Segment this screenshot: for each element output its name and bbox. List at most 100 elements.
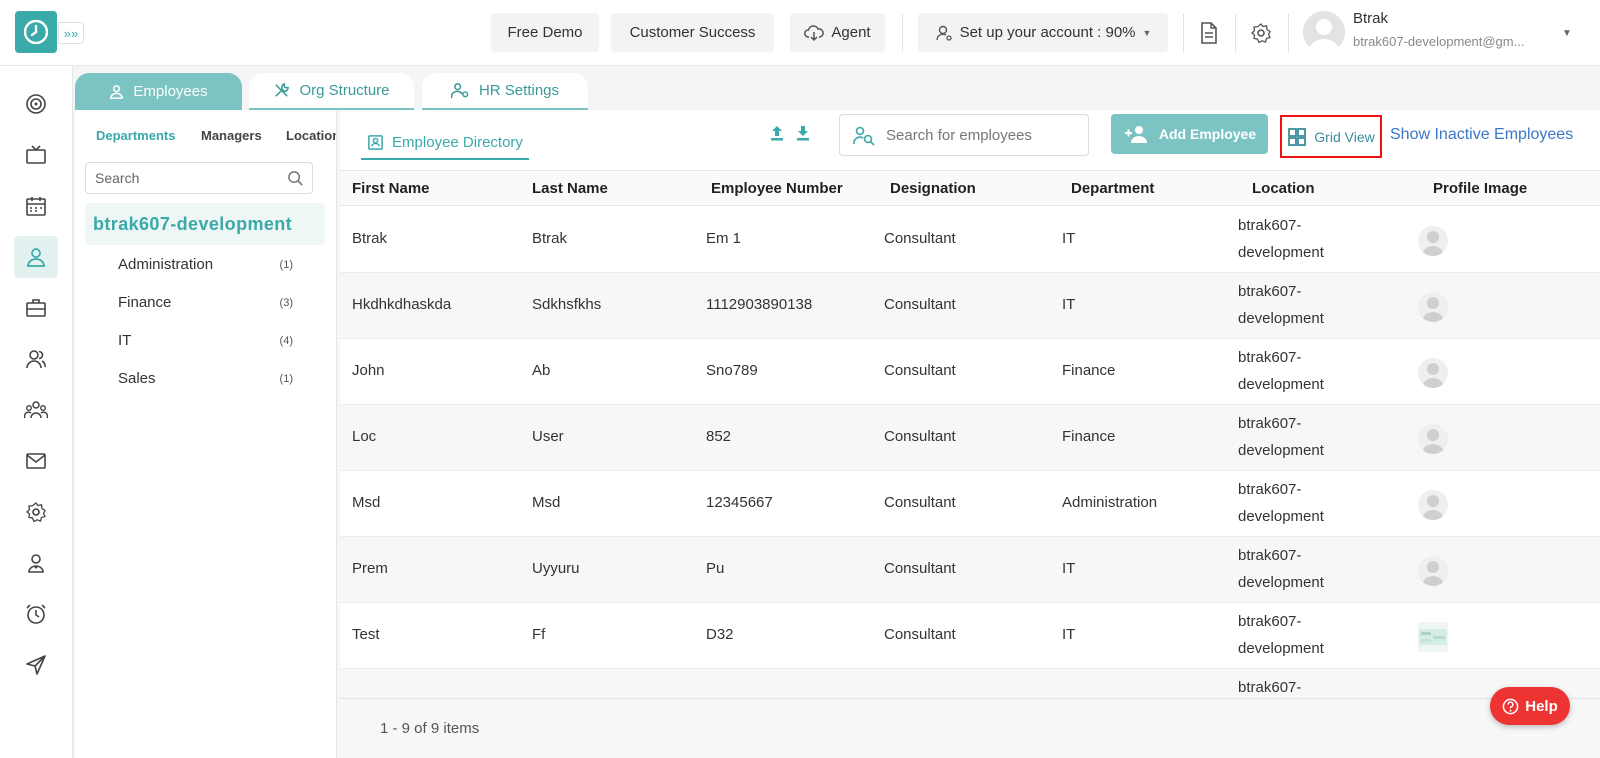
subtab-managers[interactable]: Managers <box>201 128 262 143</box>
cell-designation: Consultant <box>884 560 956 577</box>
agent-button[interactable]: Agent <box>790 13 885 52</box>
nav-profile[interactable] <box>14 542 58 584</box>
nav-dashboard[interactable] <box>14 83 58 125</box>
tab-org-structure-label: Org Structure <box>299 82 390 99</box>
department-item-administration[interactable]: Administration (1) <box>118 256 293 273</box>
cell-location: btrak607- <box>1238 415 1302 432</box>
cell-last-name: Sdkhsfkhs <box>532 296 602 313</box>
cell-location-cont: development <box>1238 640 1324 657</box>
table-row[interactable]: btrak607- <box>340 669 1600 698</box>
cell-designation: Consultant <box>884 428 956 445</box>
user-name: Btrak <box>1353 10 1389 27</box>
table-row[interactable]: Hkdhkdhaskda Sdkhsfkhs 1112903890138 Con… <box>340 273 1600 339</box>
column-header-designation[interactable]: Designation <box>890 180 976 197</box>
cell-location-cont: development <box>1238 442 1324 459</box>
table-row[interactable]: Btrak Btrak Em 1 Consultant IT btrak607-… <box>340 207 1600 273</box>
gear-icon <box>1251 23 1271 44</box>
app-logo[interactable] <box>15 11 57 53</box>
tab-employee-directory-label: Employee Directory <box>392 133 523 151</box>
user-menu-caret-icon[interactable]: ▼ <box>1562 28 1572 39</box>
cell-department: IT <box>1062 626 1076 643</box>
grid-view-label: Grid View <box>1314 128 1375 145</box>
table-row[interactable]: Loc User 852 Consultant Finance btrak607… <box>340 405 1600 471</box>
profile-image <box>1418 358 1448 388</box>
department-item-sales[interactable]: Sales (1) <box>118 370 293 387</box>
cell-first-name: Loc <box>352 428 377 445</box>
user-settings-icon <box>450 83 469 99</box>
user-avatar[interactable] <box>1303 11 1345 53</box>
cell-location: btrak607- <box>1238 481 1302 498</box>
document-button[interactable] <box>1196 20 1222 46</box>
department-search-input[interactable]: Search <box>85 162 313 194</box>
customer-success-button[interactable]: Customer Success <box>611 13 774 52</box>
cell-location-cont: development <box>1238 574 1324 591</box>
column-header-first-name[interactable]: First Name <box>352 180 430 197</box>
table-row[interactable]: John Ab Sno789 Consultant Finance btrak6… <box>340 339 1600 405</box>
add-employee-button[interactable]: Add Employee <box>1111 114 1268 154</box>
settings-button[interactable] <box>1248 20 1274 46</box>
table-row[interactable]: Test Ff D32 Consultant IT btrak607- deve… <box>340 603 1600 669</box>
cell-designation: Consultant <box>884 494 956 511</box>
help-button[interactable]: Help <box>1490 687 1570 725</box>
nav-alarm[interactable] <box>14 593 58 635</box>
nav-users[interactable] <box>14 338 58 380</box>
cell-department: IT <box>1062 230 1076 247</box>
briefcase-icon <box>26 299 46 317</box>
department-item-it[interactable]: IT (4) <box>118 332 293 349</box>
tv-icon <box>26 145 46 164</box>
tab-employee-directory[interactable]: Employee Directory <box>361 126 529 160</box>
tab-org-structure[interactable]: Org Structure <box>249 73 414 110</box>
column-header-employee-number[interactable]: Employee Number <box>711 180 843 197</box>
gear-icon <box>26 502 46 523</box>
upload-icon[interactable] <box>769 124 785 142</box>
column-header-profile-image[interactable]: Profile Image <box>1433 180 1527 197</box>
help-label: Help <box>1525 697 1558 715</box>
user-badge-icon <box>28 554 44 573</box>
cell-location: btrak607- <box>1238 679 1302 696</box>
subtab-departments[interactable]: Departments <box>96 128 175 143</box>
department-item-finance[interactable]: Finance (3) <box>118 294 293 311</box>
tab-hr-settings[interactable]: HR Settings <box>422 73 588 110</box>
free-demo-button[interactable]: Free Demo <box>491 13 599 52</box>
cell-designation: Consultant <box>884 230 956 247</box>
column-header-location[interactable]: Location <box>1252 180 1315 197</box>
show-inactive-employees-link[interactable]: Show Inactive Employees <box>1390 126 1573 144</box>
team-icon <box>24 401 48 419</box>
table-row[interactable]: Prem Uyyuru Pu Consultant IT btrak607- d… <box>340 537 1600 603</box>
table-row[interactable]: Msd Msd 12345667 Consultant Administrati… <box>340 471 1600 537</box>
cell-department: Finance <box>1062 428 1116 445</box>
nav-briefcase[interactable] <box>14 287 58 329</box>
department-name: Sales <box>118 370 156 387</box>
org-node[interactable]: btrak607-development <box>85 203 325 245</box>
person-silhouette-icon <box>1422 561 1444 586</box>
tab-employees[interactable]: Employees <box>75 73 242 110</box>
person-silhouette-icon <box>1422 231 1444 256</box>
profile-image <box>1418 622 1448 652</box>
nav-calendar[interactable] <box>14 185 58 227</box>
cell-employee-number: D32 <box>706 626 734 643</box>
grid-view-button[interactable]: Grid View <box>1280 115 1382 158</box>
left-nav-rail <box>0 66 73 758</box>
cell-last-name: User <box>532 428 564 445</box>
setup-account-dropdown[interactable]: Set up your account : 90% ▼ <box>918 13 1168 52</box>
column-header-department[interactable]: Department <box>1071 180 1154 197</box>
cell-location-cont: development <box>1238 376 1324 393</box>
cell-location-cont: development <box>1238 310 1324 327</box>
employee-search-input[interactable]: Search for employees <box>839 114 1089 156</box>
nav-mail[interactable] <box>14 440 58 482</box>
nav-send[interactable] <box>14 644 58 686</box>
column-header-last-name[interactable]: Last Name <box>532 180 608 197</box>
subtab-locations[interactable]: Locations <box>286 128 336 143</box>
cell-location: btrak607- <box>1238 349 1302 366</box>
expand-sidebar-button[interactable]: »» <box>58 22 84 44</box>
user-search-icon <box>853 126 875 146</box>
download-icon[interactable] <box>795 124 811 142</box>
nav-tv[interactable] <box>14 134 58 176</box>
users-icon <box>26 350 46 369</box>
nav-settings[interactable] <box>14 491 58 533</box>
cell-department: IT <box>1062 560 1076 577</box>
nav-employees[interactable] <box>14 236 58 278</box>
nav-team[interactable] <box>14 389 58 431</box>
tools-icon <box>275 82 290 97</box>
header-divider <box>1288 14 1289 52</box>
